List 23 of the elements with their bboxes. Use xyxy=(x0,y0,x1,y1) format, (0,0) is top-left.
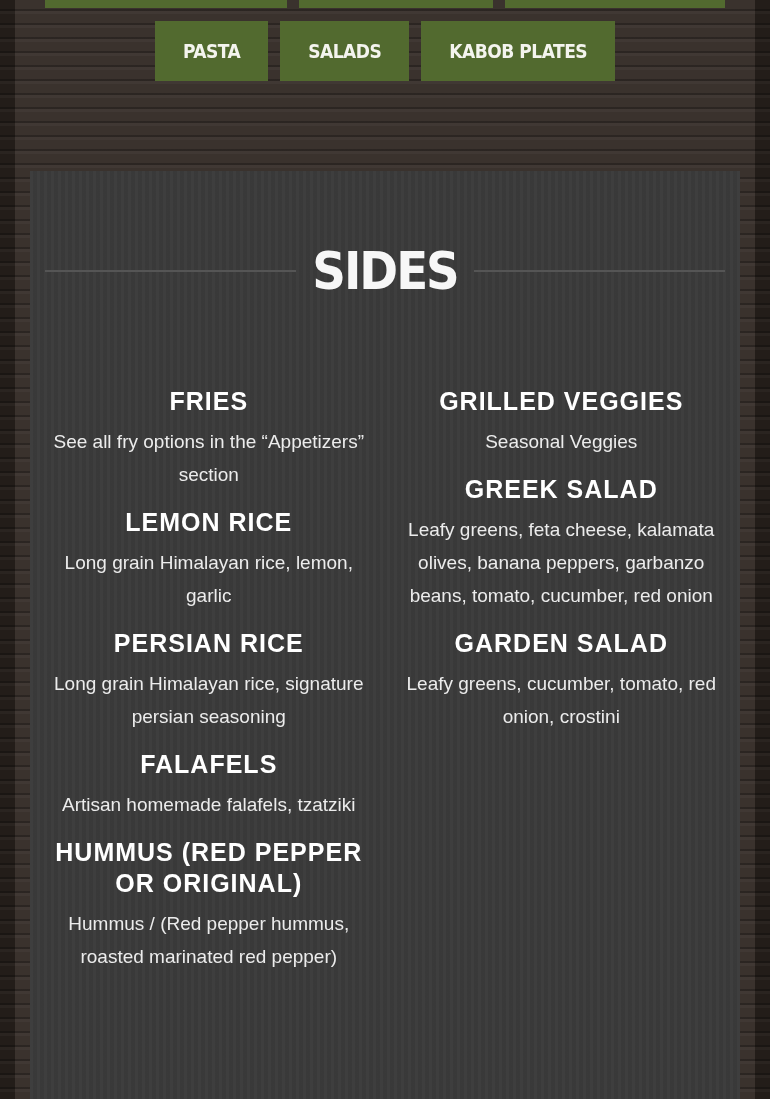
menu-item-description: Hummus / (Red pepper hummus, roasted marinated red pepper) xyxy=(67,912,351,969)
category-button[interactable]: SALADS xyxy=(280,21,410,81)
category-button[interactable] xyxy=(299,0,493,8)
menu-item-name: HUMMUS (RED PEPPER OR ORIGINAL) xyxy=(54,837,364,899)
menu-item-description: Leafy greens, cucumber, tomato, red onion, crostini xyxy=(405,672,717,729)
menu-item-name: GRILLED VEGGIES xyxy=(438,386,685,417)
menu-item-description: Leafy greens, feta cheese, kalamata olives, banana peppers, garbanzo beans, tomato, cucumber, red onion xyxy=(407,518,716,608)
menu-item-name: GARDEN SALAD xyxy=(453,628,669,659)
menu-item-name: FRIES xyxy=(168,386,250,417)
menu-item-description: Seasonal Veggies xyxy=(484,430,639,454)
category-button[interactable]: KABOB PLATES xyxy=(421,21,616,81)
section-title: SIDES xyxy=(312,240,458,303)
menu-item-name: LEMON RICE xyxy=(124,507,294,538)
category-button[interactable] xyxy=(45,0,287,8)
category-button[interactable] xyxy=(505,0,725,8)
menu-item-description: Artisan homemade falafels, tzatziki xyxy=(60,793,357,817)
menu-item-name: FALAFELS xyxy=(139,749,279,780)
category-button[interactable]: PASTA xyxy=(154,21,269,81)
menu-item-name: GREEK SALAD xyxy=(463,474,659,505)
menu-item-description: Long grain Himalayan rice, lemon, garlic xyxy=(63,551,354,608)
menu-item-name: PERSIAN RICE xyxy=(112,628,305,659)
menu-item-description: Long grain Himalayan rice, signature persian seasoning xyxy=(53,672,365,729)
menu-item-description: See all fry options in the “Appetizers” section xyxy=(52,430,365,487)
